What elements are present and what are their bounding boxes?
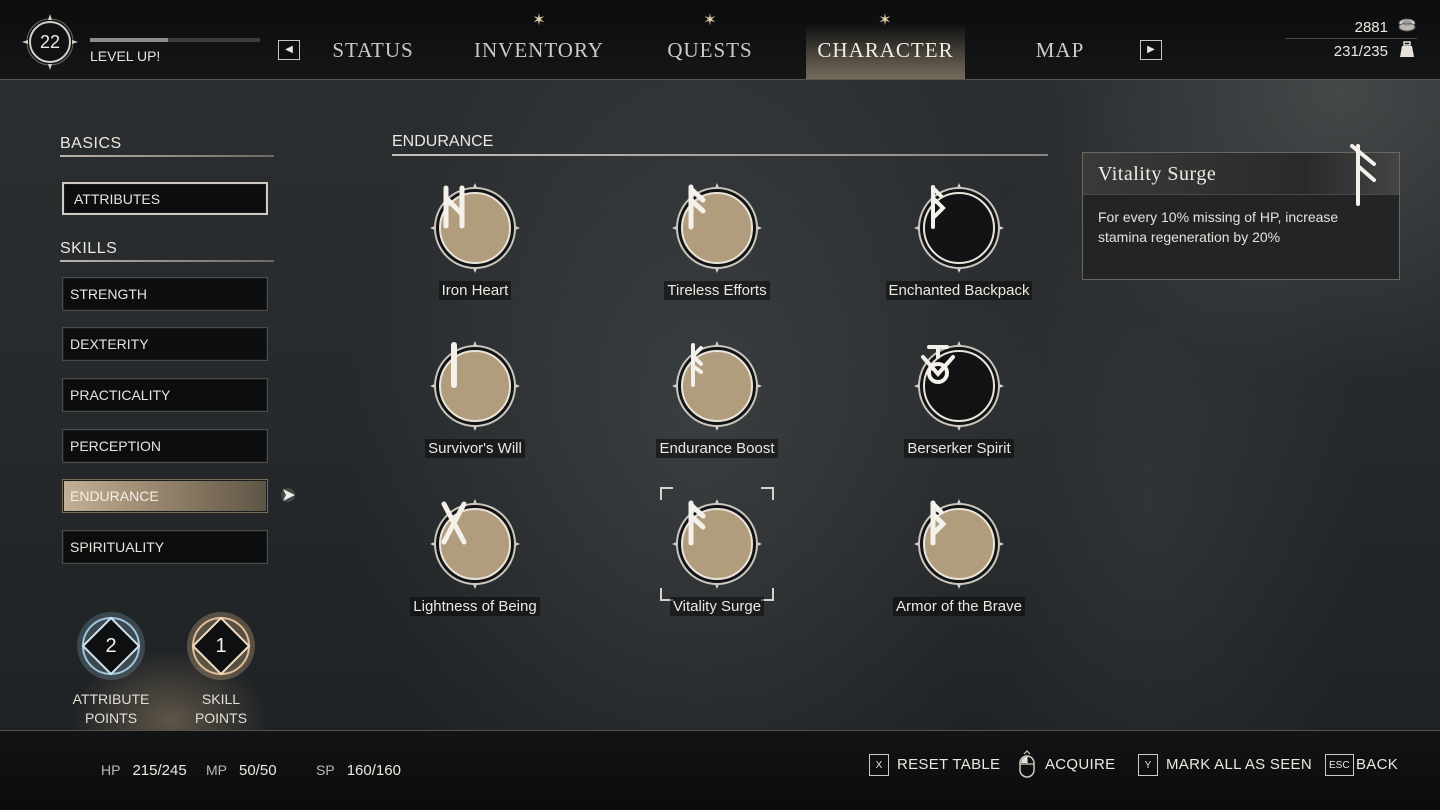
skill-node-armor-of-the-brave[interactable]: Armor of the Brave [859,498,1059,628]
weight-icon [1400,41,1414,57]
skill-node-endurance-boost[interactable]: Endurance Boost [617,340,817,470]
level-up-text: LEVEL UP! [90,48,161,64]
hp-stat: HP 215/245 [101,762,187,779]
skill-node-survivors-will[interactable]: Survivor's Will [375,340,575,470]
skill-node-vitality-surge[interactable]: Vitality Surge [617,487,817,628]
carry-weight: 231/235 [1333,43,1388,60]
section-divider [60,155,274,157]
skill-node-berserker-spirit[interactable]: Berserker Spirit [859,340,1059,470]
attribute-points-label: ATTRIBUTE POINTS [72,691,150,726]
tab-inventory[interactable]: INVENTORY [464,24,614,79]
next-tab-button[interactable]: ▶ [1140,40,1162,60]
skill-category-perception[interactable]: PERCEPTION [62,429,268,463]
skill-node-tireless-efforts[interactable]: Tireless Efforts [617,182,817,312]
basics-title: BASICS [60,135,122,152]
skill-tree-title: ENDURANCE [392,133,494,150]
hagalaz-rune-icon [443,185,465,229]
skill-name: Survivor's Will [375,439,575,458]
perthro-rune-icon [931,185,946,229]
level-badge: 22 [22,14,78,70]
skill-name: Lightness of Being [375,597,575,616]
skill-medallion [671,340,763,432]
eihwaz-rune-icon [690,343,703,387]
cursor-arrow-icon [281,488,295,502]
xp-bar [90,38,260,42]
level-number: 22 [39,32,61,52]
acquire-button[interactable]: ACQUIRE [1045,756,1115,773]
perthro-rune-icon [930,500,947,546]
skill-points-badge: 1 [181,606,261,686]
xp-bar-fill [90,38,169,42]
gold-amount: 2881 [1354,19,1388,36]
attributes-button[interactable]: ATTRIBUTES [62,182,268,215]
gebo-rune-icon [441,501,467,545]
skill-node-lightness-of-being[interactable]: Lightness of Being [375,498,575,628]
back-button[interactable]: BACK [1356,756,1398,773]
new-indicator-icon: ✶ [878,12,892,29]
skill-points-label: SKILL POINTS [194,691,248,726]
tab-map[interactable]: MAP [1010,24,1110,79]
skill-points-value: 1 [215,635,227,657]
skill-medallion [913,498,1005,590]
prev-tab-button[interactable]: ◀ [278,40,300,60]
esc-key-icon: ESC [1325,754,1354,776]
skill-category-strength[interactable]: STRENGTH [62,277,268,311]
ansuz-rune-icon [688,184,706,230]
skill-category-practicality[interactable]: PRACTICALITY [62,378,268,412]
coins-icon [1398,18,1416,32]
tab-quests[interactable]: QUESTS [650,24,770,79]
skill-medallion [671,498,763,590]
skill-medallion [429,498,521,590]
attribute-points-value: 2 [105,635,117,657]
skill-medallion [429,182,521,274]
mark-all-seen-button[interactable]: MARK ALL AS SEEN [1166,756,1312,773]
tab-status[interactable]: STATUS [318,24,428,79]
sp-stat: SP 160/160 [316,762,401,779]
ansuz-rune-icon [1350,144,1376,206]
skill-category-spirituality[interactable]: SPIRITUALITY [62,530,268,564]
triangle-right-icon: ▶ [1147,44,1155,55]
skill-medallion [429,340,521,432]
skill-name: Berserker Spirit [859,439,1059,458]
attribute-points-badge: 2 [71,606,151,686]
skills-title: SKILLS [60,240,118,257]
isa-rune-icon [451,342,457,388]
skill-category-dexterity[interactable]: DEXTERITY [62,327,268,361]
reset-table-button[interactable]: RESET TABLE [897,756,1000,773]
top-bar: 22 LEVEL UP! ◀ STATUS ✶ INVENTORY ✶ QUES… [0,0,1440,80]
skill-medallion [913,340,1005,432]
y-key-icon: Y [1138,754,1158,776]
header-divider [1285,38,1417,39]
mouse-icon [1019,750,1035,778]
skill-name: Tireless Efforts [617,281,817,300]
mp-stat: MP 50/50 [206,762,277,779]
skill-node-iron-heart[interactable]: Iron Heart [375,182,575,312]
ansuz-rune-icon [688,500,706,546]
skill-name: Vitality Surge [617,597,817,616]
triangle-left-icon: ◀ [285,44,293,55]
x-key-icon: X [869,754,889,776]
skill-medallion [913,182,1005,274]
skill-tree-divider [392,154,1048,156]
skill-category-endurance[interactable]: ENDURANCE [62,479,268,513]
skill-medallion [671,182,763,274]
skill-name: Armor of the Brave [859,597,1059,616]
skill-name: Endurance Boost [617,439,817,458]
bindrune-icon [921,345,955,384]
skill-name: Iron Heart [375,281,575,300]
tab-character[interactable]: CHARACTER [806,24,965,79]
section-divider [60,260,274,262]
skill-node-enchanted-backpack[interactable]: Enchanted Backpack [859,182,1059,312]
skill-name: Enchanted Backpack [859,281,1059,300]
